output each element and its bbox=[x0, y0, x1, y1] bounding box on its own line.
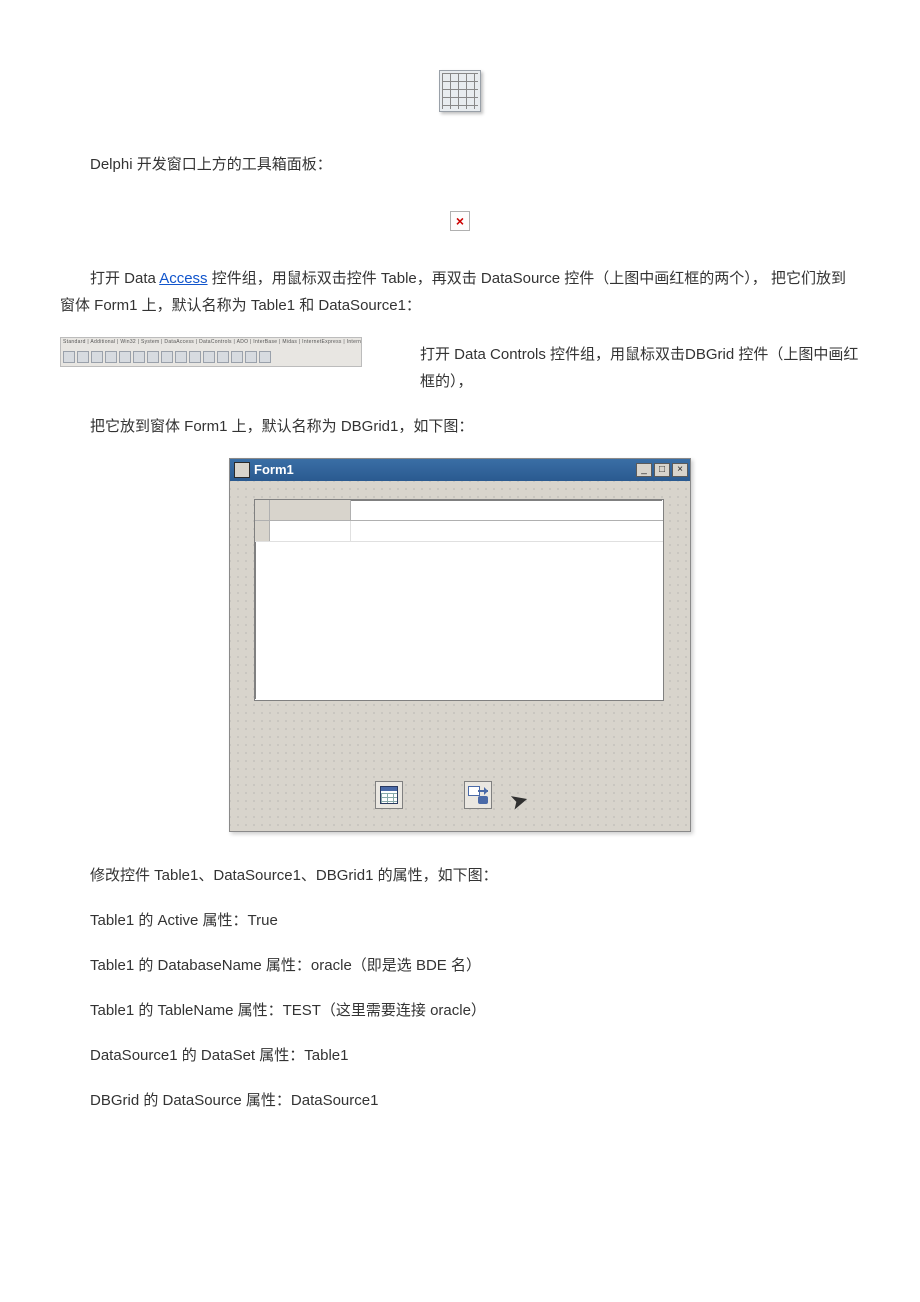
minimize-button[interactable]: _ bbox=[636, 463, 652, 477]
caption-toolbox: Delphi 开发窗口上方的工具箱面板： bbox=[60, 151, 860, 178]
paragraph-modify-props: 修改控件 Table1、DataSource1、DBGrid1 的属性，如下图： bbox=[60, 862, 860, 889]
text-before-link: 打开 Data bbox=[90, 270, 159, 287]
dbgrid1[interactable] bbox=[254, 499, 664, 701]
prop-table1-active: Table1 的 Active 属性：True bbox=[60, 907, 860, 934]
paragraph-open-data-access: 打开 Data Access 控件组，用鼠标双击控件 Table，再双击 Dat… bbox=[60, 265, 860, 319]
form1-designer: Form1 _ □ × bbox=[229, 458, 691, 832]
maximize-button[interactable]: □ bbox=[654, 463, 670, 477]
palette-tabs: Standard | Additional | Win32 | System |… bbox=[61, 338, 361, 348]
prop-dbgrid-datasource: DBGrid 的 DataSource 属性：DataSource1 bbox=[60, 1087, 860, 1114]
prop-table1-tablename: Table1 的 TableName 属性：TEST（这里需要连接 oracle… bbox=[60, 997, 860, 1024]
mouse-cursor-icon: ➤ bbox=[505, 779, 533, 822]
prop-table1-databasename: Table1 的 DatabaseName 属性：oracle（即是选 BDE … bbox=[60, 952, 860, 979]
component-palette-thumbnail bbox=[439, 70, 481, 112]
datasource-icon bbox=[468, 786, 488, 804]
prop-datasource1-dataset: DataSource1 的 DataSet 属性：Table1 bbox=[60, 1042, 860, 1069]
form1-client-area[interactable]: ➤ bbox=[230, 481, 690, 831]
form1-app-icon bbox=[234, 462, 250, 478]
close-button[interactable]: × bbox=[672, 463, 688, 477]
form1-titlebar: Form1 _ □ × bbox=[230, 459, 690, 481]
palette-icons bbox=[63, 351, 359, 365]
table1-component-icon[interactable] bbox=[375, 781, 403, 809]
broken-image-placeholder: × bbox=[450, 211, 470, 231]
access-link[interactable]: Access bbox=[159, 270, 207, 287]
datasource1-component-icon[interactable] bbox=[464, 781, 492, 809]
table-icon bbox=[380, 786, 398, 804]
paragraph-place-dbgrid: 把它放到窗体 Form1 上，默认名称为 DBGrid1，如下图： bbox=[60, 413, 860, 440]
form1-title: Form1 bbox=[254, 458, 294, 481]
component-palette-strip: Standard | Additional | Win32 | System |… bbox=[60, 337, 362, 367]
